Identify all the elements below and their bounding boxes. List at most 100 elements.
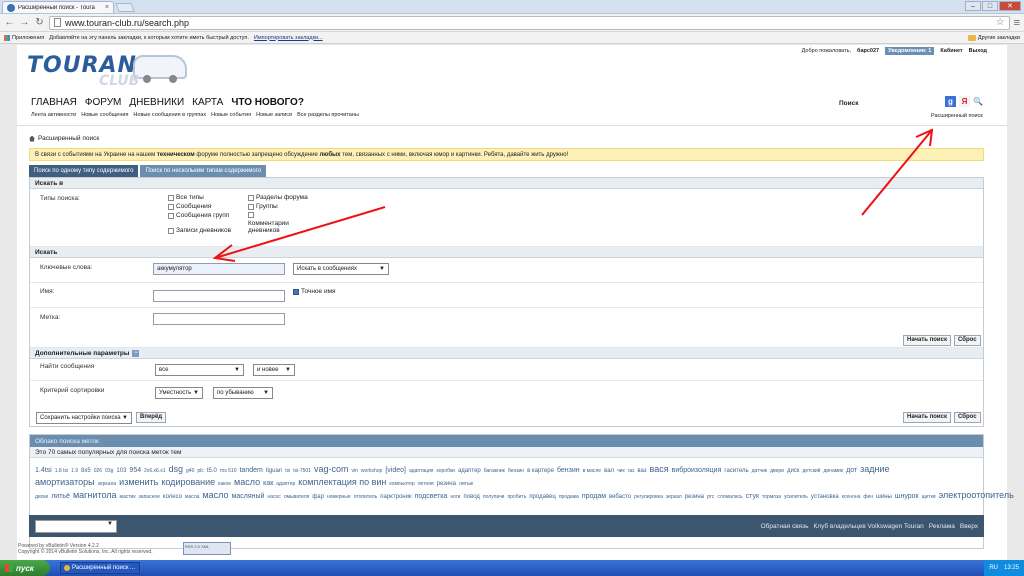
tag-link[interactable]: продам	[582, 493, 606, 500]
tag-link[interactable]: ваз	[637, 468, 646, 474]
tag-link[interactable]: стук	[746, 493, 759, 500]
browser-tab[interactable]: Расширенный поиск - Toura ×	[2, 1, 114, 13]
tag-link[interactable]: масла	[185, 494, 199, 500]
tag-link[interactable]: адаптер	[458, 468, 481, 474]
tag-link[interactable]: ксенона	[842, 494, 861, 500]
checkbox-box[interactable]	[168, 227, 174, 234]
tag-link[interactable]: омывателя	[284, 494, 310, 500]
tag-link[interactable]: масло	[234, 477, 260, 487]
address-bar[interactable]: www.touran-club.ru/search.php ☆	[49, 15, 1010, 30]
site-logo[interactable]: TOURAN CLUB	[27, 51, 187, 91]
tag-link[interactable]: мастик	[120, 494, 136, 500]
go-button[interactable]: Вперёд	[136, 412, 167, 423]
tag-link[interactable]: 2x6.x6.s1	[144, 468, 165, 474]
tag-link[interactable]: электроотопитель	[939, 490, 1014, 500]
subnav-new-events[interactable]: Новые события	[211, 112, 251, 118]
sort-by-select[interactable]: Уместность ▼	[155, 387, 203, 399]
minimize-button[interactable]: –	[965, 1, 981, 11]
tag-link[interactable]: как	[263, 480, 273, 487]
nav-whats-new[interactable]: ЧТО НОВОГО?	[231, 97, 304, 108]
subnav-new-posts[interactable]: Новые сообщения	[81, 112, 128, 118]
tag-link[interactable]: усилитель	[784, 494, 808, 500]
subnav-group-posts[interactable]: Новые сообщения в группах	[133, 112, 206, 118]
tag-link[interactable]: летняя	[418, 481, 434, 487]
tag-link[interactable]: зеркал	[666, 494, 682, 500]
tag-link[interactable]: подсветка	[415, 493, 448, 500]
tag-link[interactable]: 026	[94, 468, 102, 474]
checkbox-forum-sections[interactable]: Разделы форума	[248, 194, 308, 201]
import-bookmarks-link[interactable]: Импортировать закладки...	[254, 35, 323, 41]
tag-link[interactable]: изменить	[119, 477, 158, 487]
tag-link[interactable]: бензин	[557, 467, 580, 474]
tag-link[interactable]: продавец	[529, 494, 556, 500]
tag-link[interactable]: t5.0	[207, 468, 217, 474]
maximize-button[interactable]: □	[982, 1, 998, 11]
checkbox-blog-comments[interactable]: Комментарии дневников	[248, 212, 308, 234]
taskbar-browser-item[interactable]: Расширенный поиск ...	[60, 562, 140, 574]
tag-link[interactable]: парктроник	[380, 494, 411, 500]
checkbox-box[interactable]	[248, 203, 254, 210]
back-arrow-icon[interactable]: ←	[4, 17, 15, 28]
tag-link[interactable]: диск	[787, 468, 799, 474]
tag-link[interactable]: гаситель	[724, 468, 748, 474]
tag-link[interactable]: установка	[811, 494, 839, 500]
bookmark-star-icon[interactable]: ☆	[996, 17, 1005, 28]
tag-link[interactable]: vag-com	[314, 464, 349, 474]
tag-link[interactable]: регулировка	[634, 494, 663, 500]
advanced-search-link[interactable]: Расширенный поиск	[931, 113, 983, 119]
tag-link[interactable]: резина	[437, 481, 456, 487]
tag-link[interactable]: фен	[863, 494, 873, 500]
exact-name-checkbox[interactable]: Точное имя	[293, 288, 336, 295]
checkbox-box[interactable]	[168, 194, 174, 201]
tag-link[interactable]: tsi	[285, 468, 290, 474]
tag-link[interactable]: багажник	[484, 468, 505, 474]
tag-link[interactable]: продажа	[559, 494, 579, 500]
footer-club-link[interactable]: Клуб владельцев Volkswagen Touran	[814, 523, 924, 530]
find-posts-select[interactable]: все ▼	[155, 364, 244, 376]
tag-link[interactable]: 1.8 tsi	[55, 468, 68, 474]
quick-search-label[interactable]: Поиск	[839, 100, 859, 107]
tag-link[interactable]: повод	[463, 494, 479, 500]
keywords-input[interactable]: аккумулятор	[153, 263, 285, 275]
tag-link[interactable]: в масле	[583, 468, 601, 474]
home-icon[interactable]	[29, 135, 35, 142]
keywords-scope-select[interactable]: Искать в сообщениях ▼	[293, 263, 389, 275]
collapse-icon[interactable]: −	[132, 349, 140, 357]
checkbox-all-types[interactable]: Все типы	[168, 194, 204, 201]
tag-link[interactable]: магнитола	[73, 490, 117, 500]
save-prefs-select[interactable]: Сохранить настройки поиска ▼	[36, 412, 132, 424]
tag-link[interactable]: tsi-7501	[293, 468, 311, 474]
tag-link[interactable]: адаптация	[409, 468, 434, 474]
tag-link[interactable]: колесо	[163, 494, 182, 500]
username-link[interactable]: барс027	[857, 48, 879, 54]
tag-link[interactable]: запасное	[139, 494, 160, 500]
tag-link[interactable]: номерные	[327, 494, 351, 500]
footer-feedback-link[interactable]: Обратная связь	[761, 523, 809, 530]
tag-link[interactable]: вебасто	[609, 494, 631, 500]
tag-link[interactable]: бензин	[508, 468, 524, 474]
notifications-button[interactable]: Уведомления: 1	[885, 47, 935, 55]
rss-badge[interactable]: RSS 2.0 XML	[183, 542, 231, 555]
tag-link[interactable]: кодирование	[161, 477, 215, 487]
tag-link[interactable]: тормоза	[762, 494, 781, 500]
style-select[interactable]: ▼	[35, 519, 117, 533]
tag-link[interactable]: rns 510	[220, 468, 237, 474]
reload-icon[interactable]: ↻	[34, 17, 45, 28]
tag-link[interactable]: 954	[129, 467, 141, 474]
tab-multiple-types[interactable]: Поиск по нескольким типам содержимого	[140, 165, 267, 177]
checkbox-box[interactable]	[293, 288, 299, 295]
forward-arrow-icon[interactable]: →	[19, 17, 30, 28]
checkbox-box[interactable]	[168, 212, 174, 219]
find-posts-when-select[interactable]: и новее ▼	[253, 364, 295, 376]
other-bookmarks[interactable]: Другие закладки	[967, 34, 1020, 41]
checkbox-box[interactable]	[248, 212, 254, 218]
subnav-mark-read[interactable]: Все разделы прочитаны	[297, 112, 359, 118]
tag-link[interactable]: 8x5	[81, 468, 91, 474]
nav-forum[interactable]: ФОРУМ	[85, 97, 122, 108]
subnav-new-entries[interactable]: Новые записи	[256, 112, 292, 118]
tag-link[interactable]: plc	[197, 468, 203, 474]
close-tab-icon[interactable]: ×	[105, 4, 109, 11]
tag-link[interactable]: g40	[186, 468, 194, 474]
tag-link[interactable]: насос	[267, 494, 280, 500]
tag-link[interactable]: коробки	[437, 468, 455, 474]
